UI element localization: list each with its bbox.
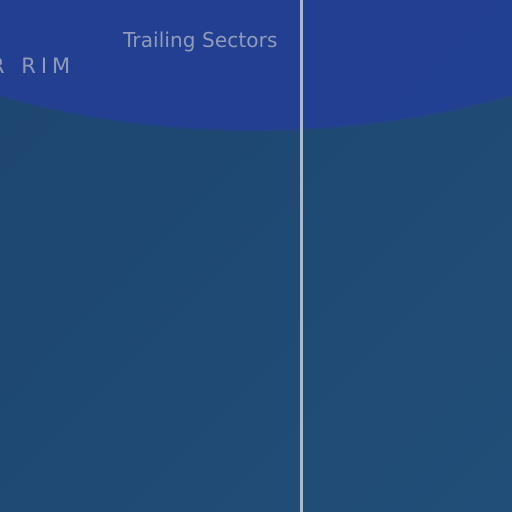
region-label-trailing-sectors: Trailing Sectors [123, 28, 278, 52]
map-viewport[interactable]: Trailing Sectors R RIM [0, 0, 512, 512]
region-label-rim: R RIM [0, 54, 76, 78]
sector-divider-line [300, 0, 303, 512]
region-border [0, 0, 512, 130]
